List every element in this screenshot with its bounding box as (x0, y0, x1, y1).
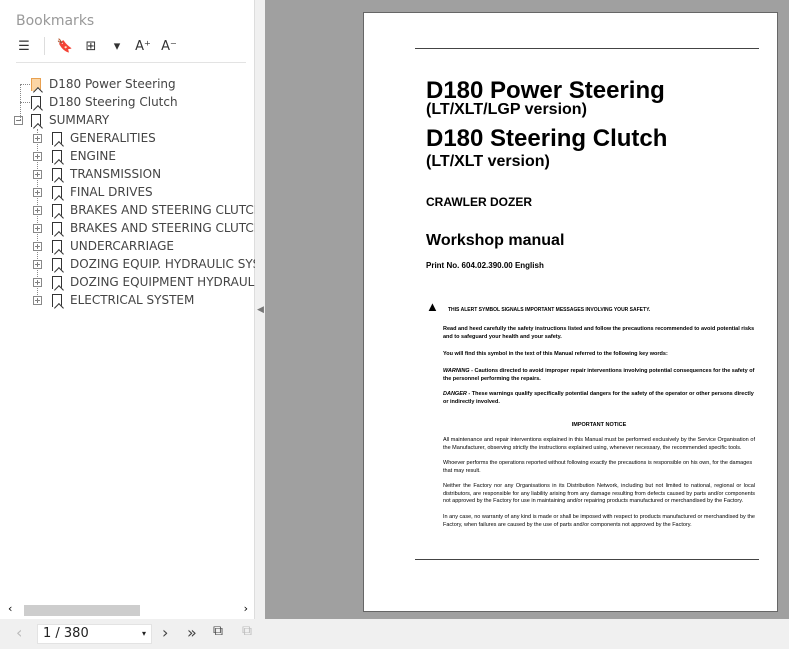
bookmark-icon (52, 185, 62, 199)
bookmark-item[interactable]: + UNDERCARRIAGE (33, 237, 174, 255)
bookmark-icon (52, 275, 62, 289)
scroll-right-icon[interactable]: › (244, 602, 248, 615)
notice-para-3: Neither the Factory nor any Organisation… (443, 483, 755, 504)
chevron-down-icon[interactable]: ▾ (142, 625, 146, 643)
horizontal-scrollbar[interactable]: ‹ › (8, 602, 248, 617)
bookmark-icon (52, 239, 62, 253)
bookmark-label: D180 Power Steering (49, 77, 176, 91)
keywords-para: You will find this symbol in the text of… (443, 351, 668, 357)
bookmark-item[interactable]: D180 Steering Clutch (31, 93, 178, 111)
collapse-panel-icon[interactable]: ◀ (257, 305, 264, 315)
bookmark-label: UNDERCARRIAGE (70, 239, 175, 253)
tree-line (20, 102, 30, 103)
bookmarks-panel: Bookmarks ☰ 🔖 ⊞ ▾ A⁺ A⁻ D180 Power Steer… (0, 0, 286, 619)
bookmark-icon (52, 131, 62, 145)
bookmark-item[interactable]: D180 Power Steering (31, 75, 176, 93)
panel-title: Bookmarks (16, 13, 95, 29)
bookmark-icon (52, 167, 62, 181)
separator (44, 37, 45, 55)
bookmark-item[interactable]: + BRAKES AND STEERING CLUTCHES (33, 201, 278, 219)
pdf-page: D180 Power Steering (LT/XLT/LGP version)… (363, 12, 778, 612)
bookmark-toolbar: ☰ 🔖 ⊞ ▾ A⁺ A⁻ (14, 37, 179, 55)
rule (415, 48, 759, 49)
bookmark-item[interactable]: + DOZING EQUIPMENT HYDRAULIC (33, 273, 266, 291)
notice-title: IMPORTANT NOTICE (571, 422, 627, 428)
bookmark-icon (52, 293, 62, 307)
bookmark-label: SUMMARY (49, 113, 110, 127)
bookmark-icon (52, 257, 62, 271)
bookmark-label: DOZING EQUIPMENT HYDRAULIC (70, 275, 267, 289)
notice-para-2: Whoever performs the operations reported… (443, 460, 753, 474)
bookmark-icon (52, 203, 62, 217)
bookmark-icon (52, 221, 62, 235)
warning-para: WARNING - Cautions directed to avoid imp… (443, 367, 755, 383)
navigation-bar: ‹ 1 / 380 ▾ › » ⧉ ⧉ (0, 619, 789, 649)
bookmark-item[interactable]: − SUMMARY (14, 111, 109, 129)
page-number[interactable]: 1 / 380 (43, 626, 89, 641)
bookmark-icon (31, 95, 41, 109)
bookmark-item[interactable]: + BRAKES AND STEERING CLUTCHES (33, 219, 278, 237)
page-number-input[interactable]: 1 / 380 ▾ (37, 624, 152, 644)
bookmark-label: DOZING EQUIP. HYDRAULIC SYSTEM (70, 257, 286, 271)
bookmark-label: TRANSMISSION (70, 167, 162, 181)
bookmark-label: FINAL DRIVES (70, 185, 153, 199)
bookmark-label: D180 Steering Clutch (49, 95, 178, 109)
print-number: Print No. 604.02.390.00 English (426, 261, 544, 270)
alert-icon: ▲ (426, 299, 439, 314)
bookmark-icon (31, 113, 41, 127)
panel-splitter[interactable]: ◀ (255, 0, 265, 619)
danger-para: DANGER - These warnings qualify specific… (443, 390, 755, 406)
bookmark-item[interactable]: + GENERALITIES (33, 129, 156, 147)
tree-line (20, 84, 30, 85)
increase-font-icon[interactable]: A⁺ (133, 37, 153, 55)
tree-line (20, 84, 21, 120)
alert-text: THIS ALERT SYMBOL SIGNALS IMPORTANT MESS… (448, 307, 651, 313)
bookmark-item[interactable]: + ELECTRICAL SYSTEM (33, 291, 194, 309)
warning-keyword: WARNING (443, 368, 470, 374)
bookmark-icon (52, 149, 62, 163)
danger-keyword: DANGER (443, 391, 467, 397)
doc-subtitle-2: (LT/XLT version) (426, 153, 550, 170)
tree-line (37, 129, 38, 301)
bookmark-icon (31, 77, 41, 91)
safety-para: Read and heed carefully the safety instr… (443, 326, 755, 340)
bookmark-label: BRAKES AND STEERING CLUTCHES (70, 203, 278, 217)
delete-bookmark-icon[interactable]: 🔖 (55, 37, 75, 55)
rule (415, 559, 759, 560)
bookmark-label: ELECTRICAL SYSTEM (70, 293, 195, 307)
bookmark-label: GENERALITIES (70, 131, 156, 145)
doc-subtitle-1: (LT/XLT/LGP version) (426, 101, 587, 118)
doc-manual: Workshop manual (426, 232, 565, 249)
previous-view-icon[interactable]: ⧉ (213, 623, 223, 639)
previous-page-icon[interactable]: ‹ (16, 623, 22, 642)
next-page-icon[interactable]: › (162, 623, 168, 642)
bookmark-item[interactable]: + TRANSMISSION (33, 165, 161, 183)
bookmark-item[interactable]: + DOZING EQUIP. HYDRAULIC SYSTEM (33, 255, 286, 273)
scrollbar-thumb[interactable] (24, 605, 140, 616)
divider (16, 62, 246, 63)
bookmark-label: BRAKES AND STEERING CLUTCHES (70, 221, 278, 235)
collapse-icon[interactable]: − (14, 115, 23, 125)
expand-all-icon[interactable]: ☰ (14, 37, 34, 55)
bookmark-label: ENGINE (70, 149, 116, 163)
bookmark-options-icon[interactable]: ▾ (107, 37, 127, 55)
scroll-left-icon[interactable]: ‹ (8, 602, 12, 615)
danger-text: - These warnings qualify specifically po… (443, 391, 754, 405)
warning-text: - Cautions directed to avoid improper re… (443, 368, 755, 382)
next-view-icon[interactable]: ⧉ (242, 623, 252, 639)
notice-para-4: In any case, no warranty of any kind is … (443, 514, 755, 528)
decrease-font-icon[interactable]: A⁻ (159, 37, 179, 55)
bookmark-item[interactable]: + FINAL DRIVES (33, 183, 153, 201)
doc-type: CRAWLER DOZER (426, 195, 532, 209)
doc-title-2: D180 Steering Clutch (426, 125, 668, 152)
notice-para-1: All maintenance and repair interventions… (443, 437, 755, 451)
last-page-icon[interactable]: » (187, 623, 197, 642)
bookmark-item[interactable]: + ENGINE (33, 147, 116, 165)
add-bookmark-icon[interactable]: ⊞ (81, 37, 101, 55)
